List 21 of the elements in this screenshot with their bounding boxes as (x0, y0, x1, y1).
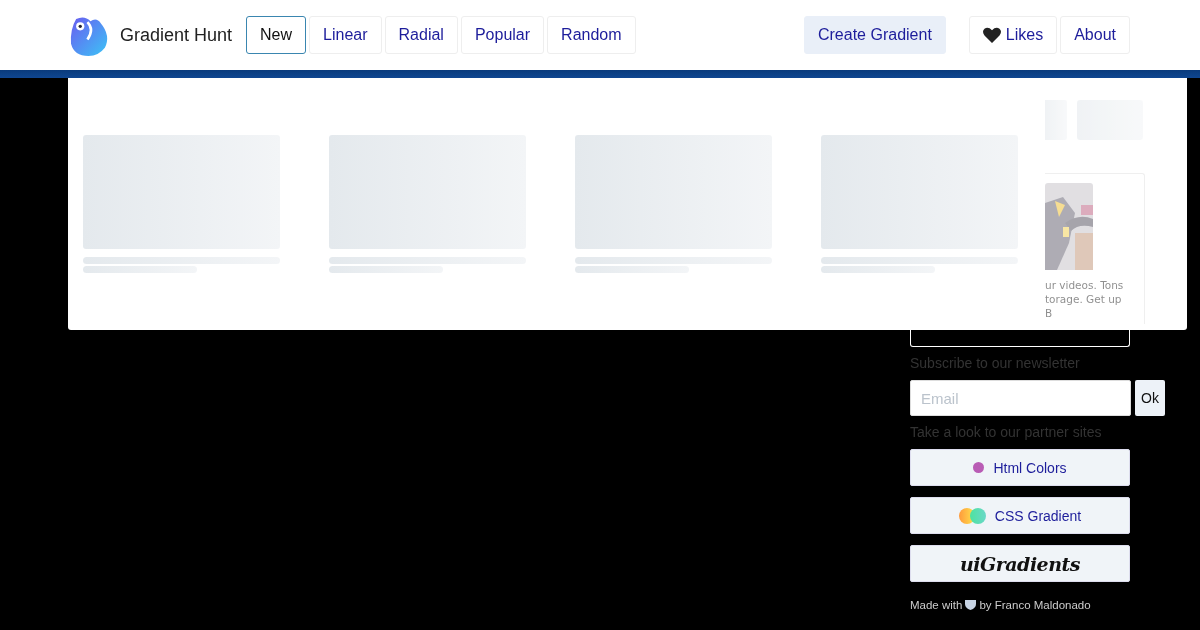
partner-link[interactable]: uiGradients (910, 545, 1130, 582)
ok-button[interactable]: Ok (1135, 380, 1165, 416)
ad-text: ur videos. Tons torage. Get up B (1045, 278, 1125, 320)
email-field[interactable]: Email (910, 380, 1131, 416)
about-button[interactable]: About (1060, 16, 1130, 54)
partner-link[interactable]: Html Colors (910, 449, 1130, 486)
circles-icon (958, 507, 986, 524)
create-gradient-button[interactable]: Create Gradient (804, 16, 946, 54)
footer-text: Made with (910, 599, 963, 611)
nav-tab[interactable]: Linear (309, 16, 382, 54)
nav-tab[interactable]: Random (547, 16, 636, 54)
logo-text: Gradient Hunt (120, 24, 233, 46)
likes-button[interactable]: Likes (968, 16, 1058, 54)
footer-text: by Franco Maldonado (979, 599, 1091, 611)
nav-tab[interactable]: New (246, 16, 307, 54)
dot-icon (973, 462, 985, 473)
partner-link[interactable]: CSS Gradient (910, 497, 1130, 534)
shield-icon (965, 600, 977, 610)
nav-tab[interactable]: Radial (384, 16, 458, 54)
nav-tab[interactable]: Popular (460, 16, 545, 54)
heart-icon (982, 27, 1001, 43)
